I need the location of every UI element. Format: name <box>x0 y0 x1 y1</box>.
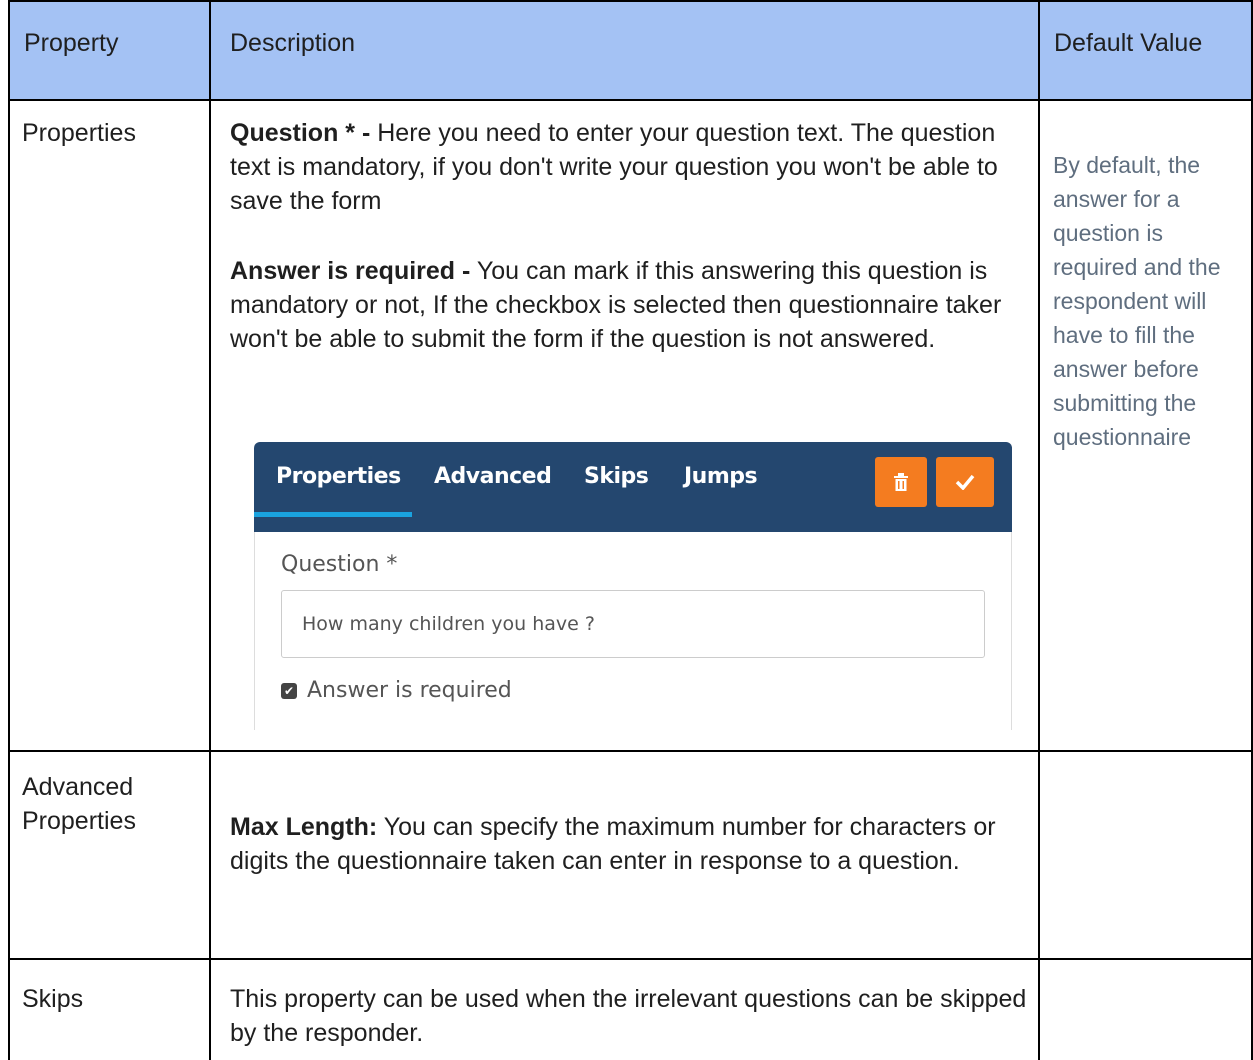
question-label: Question * <box>281 552 398 577</box>
checkbox-checked-icon[interactable]: ✔ <box>281 682 297 699</box>
description-text: This property can be used when the irrel… <box>230 985 1027 1047</box>
description-bold: Max Length: <box>230 813 378 841</box>
embedded-screenshot: Properties Advanced Skips Jumps Question… <box>220 412 1026 730</box>
active-tab-indicator <box>254 512 412 517</box>
question-input[interactable]: How many children you have ? <box>281 590 985 658</box>
grid-line <box>8 99 1253 101</box>
description-skips: This property can be used when the irrel… <box>230 982 1030 1050</box>
grid-line <box>1038 0 1040 1060</box>
properties-table: Property Description Default Value Prope… <box>8 0 1253 1060</box>
description-question: Question * - Here you need to enter your… <box>230 116 1030 218</box>
grid-line <box>209 0 211 1060</box>
answer-required-option[interactable]: ✔ Answer is required <box>281 678 512 703</box>
grid-line <box>8 958 1253 960</box>
tab-properties[interactable]: Properties <box>276 464 401 489</box>
header-default-value: Default Value <box>1054 29 1203 57</box>
tab-advanced[interactable]: Advanced <box>434 464 552 489</box>
question-editor-body: Question * How many children you have ? … <box>254 532 1012 730</box>
header-property: Property <box>24 29 119 57</box>
row-property-properties: Properties <box>22 119 136 147</box>
grid-line <box>8 750 1253 752</box>
answer-required-label: Answer is required <box>307 678 512 703</box>
confirm-button[interactable] <box>936 457 994 507</box>
default-value-text: By default, the answer for a question is… <box>1053 152 1221 450</box>
row-property-skips: Skips <box>22 985 84 1013</box>
tab-skips[interactable]: Skips <box>584 464 649 489</box>
description-bold: Answer is required - <box>230 257 471 285</box>
description-answer-required: Answer is required - You can mark if thi… <box>230 254 1030 356</box>
tab-jumps[interactable]: Jumps <box>684 464 758 489</box>
row-property-advanced: Advanced Properties <box>22 773 136 835</box>
delete-button[interactable] <box>875 457 927 507</box>
grid-line <box>8 0 1253 2</box>
description-bold: Question * - <box>230 119 371 147</box>
trash-icon <box>894 473 908 491</box>
grid-line <box>8 0 10 1060</box>
check-icon <box>955 474 975 490</box>
description-max-length: Max Length: You can specify the maximum … <box>230 810 1030 878</box>
header-description: Description <box>230 29 356 57</box>
question-editor-tabbar: Properties Advanced Skips Jumps <box>254 442 1012 532</box>
